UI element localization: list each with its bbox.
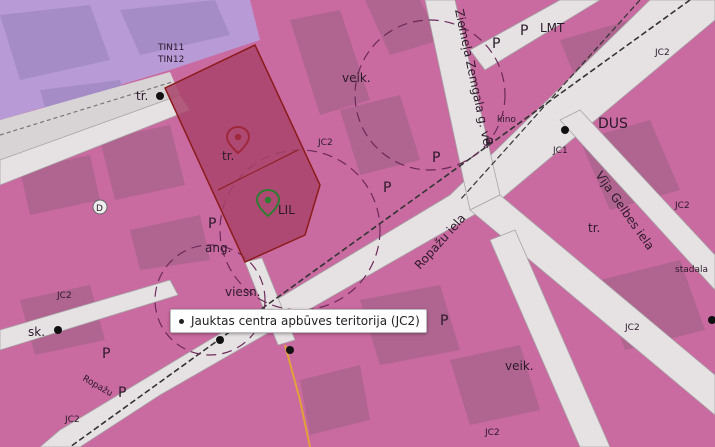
label-tn12: TIN12 [157,55,184,65]
label-p-7: P [118,385,126,401]
zone-tooltip: Jauktas centra apbūves teritorija (JC2) [170,309,427,333]
label-dus: DUS [598,116,628,132]
label-tr-3: tr. [136,89,148,103]
label-p-2: P [432,150,440,166]
label-p-9: P [520,23,528,39]
label-kino: kino [497,115,516,125]
label-jc2-1: JC2 [317,138,333,148]
label-p-8: P [440,313,448,329]
label-jc2-2: JC2 [654,48,670,58]
label-tr-1: tr. [222,149,234,163]
bullet-icon [179,318,184,324]
map-canvas[interactable]: Ziemeļa Zemgala g. ve Ropažu iela Vīja G… [0,0,715,447]
label-p-6: P [102,346,110,362]
label-sk: sk. [28,325,45,339]
label-lil: LIL [278,203,295,217]
label-veik-1: veik. [342,71,371,85]
label-p-5: P [208,216,216,232]
label-tn11: TIN11 [157,43,184,53]
label-jc2-7: JC2 [484,428,500,438]
label-stadala: stadala [675,265,708,275]
label-p-4: P [383,180,391,196]
label-p-1: P [492,36,500,52]
label-lmt: LMT [540,21,565,35]
label-viesn: viesn. [225,285,261,299]
tooltip-text: Jauktas centra apbūves teritorija (JC2) [191,314,420,328]
label-veik-2: veik. [505,359,534,373]
label-jc2-5: JC2 [624,323,640,333]
label-jc2-6: JC2 [64,415,80,425]
label-p-3: P [485,136,493,152]
label-jc2-4: JC2 [56,291,72,301]
label-ang: ang. [205,241,231,255]
label-tr-2: tr. [588,221,600,235]
label-jc2-3: JC2 [674,201,690,211]
label-d: D [96,204,103,214]
label-jc1: JC1 [552,146,568,156]
